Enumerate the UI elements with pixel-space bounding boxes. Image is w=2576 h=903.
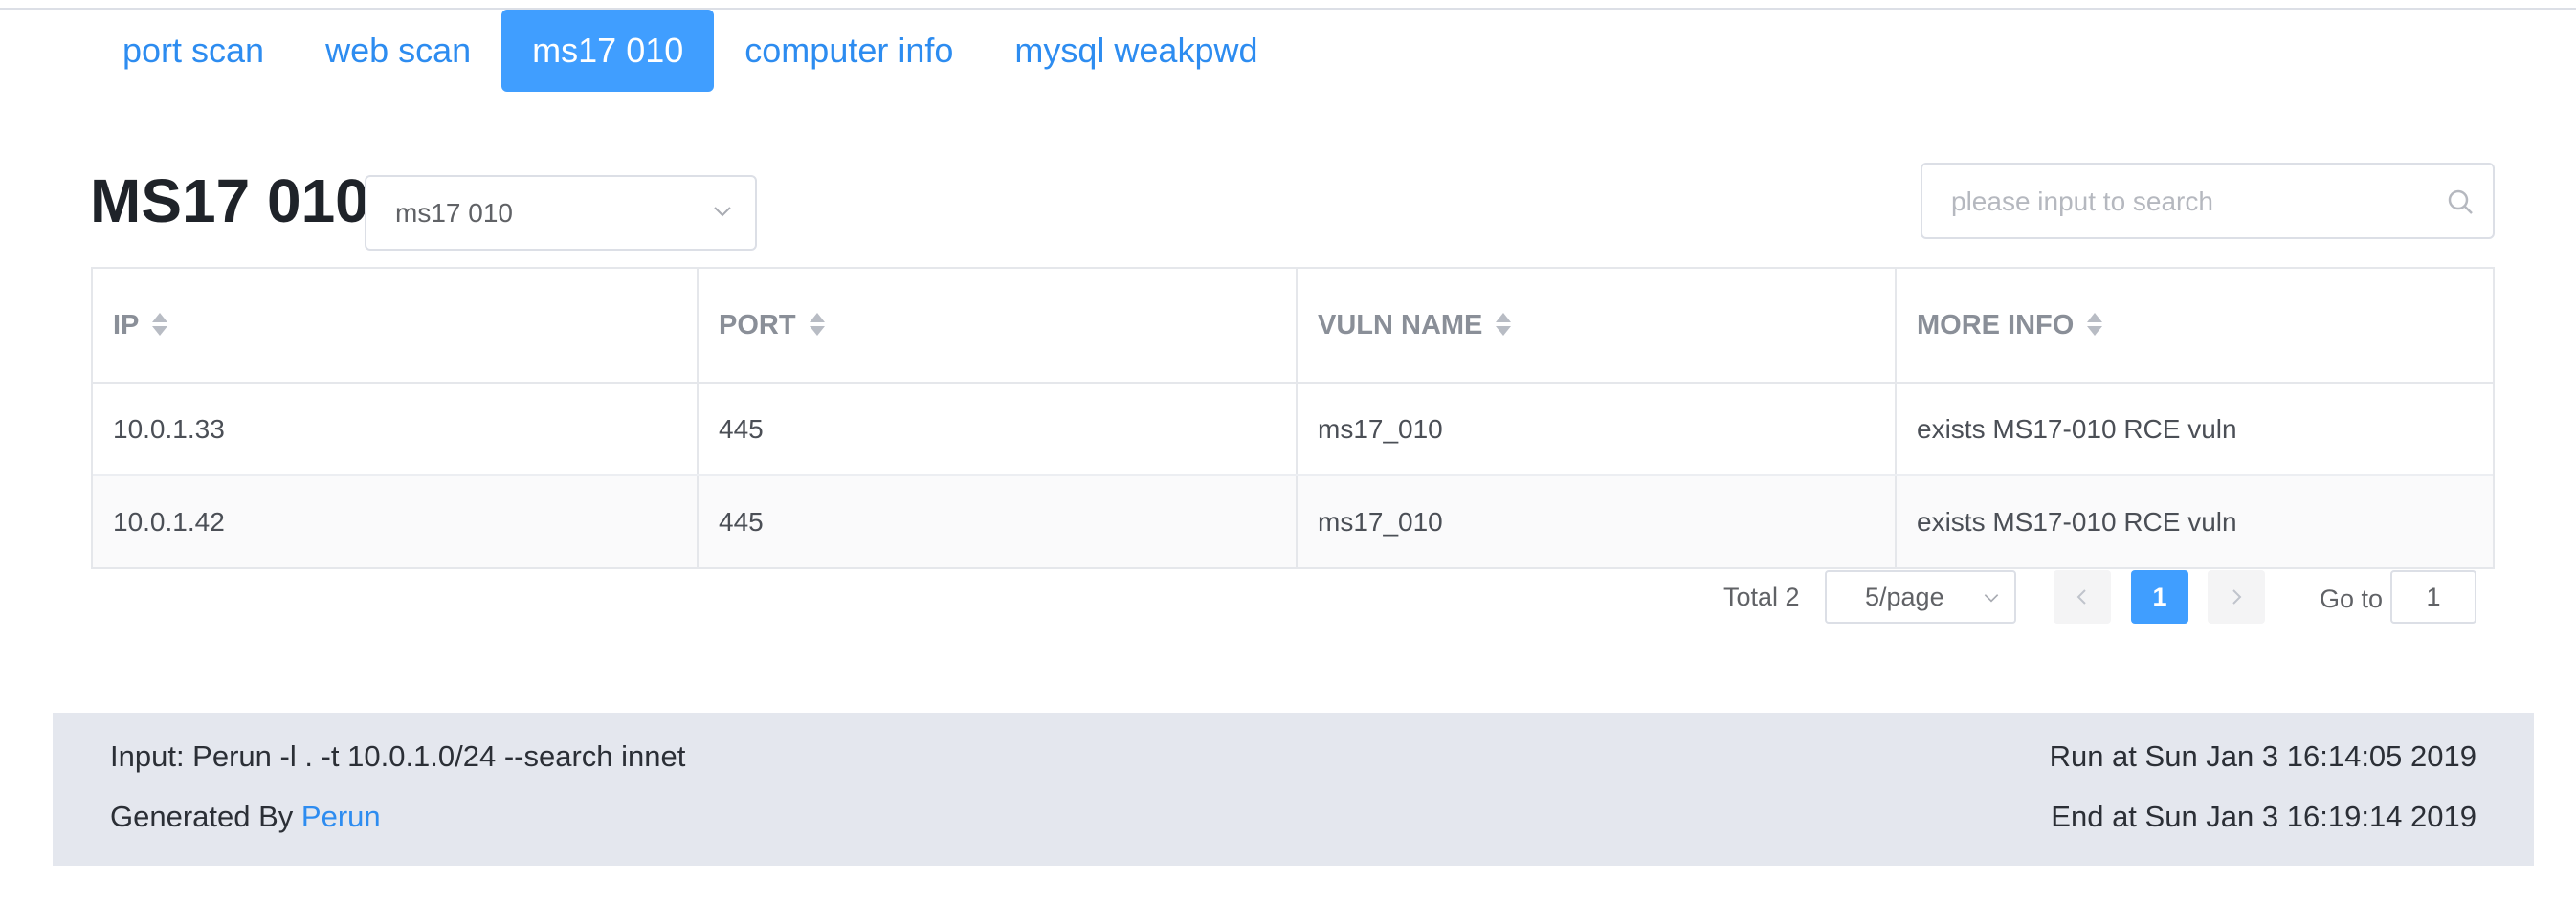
column-header-label: MORE INFO: [1917, 309, 2075, 341]
page-number-button[interactable]: 1: [2131, 570, 2188, 624]
cell-more-info: exists MS17-010 RCE vuln: [1917, 506, 2237, 537]
footer-input-command: Input: Perun -l . -t 10.0.1.0/24 --searc…: [110, 739, 686, 773]
sort-icon[interactable]: [1494, 312, 1513, 339]
footer: Input: Perun -l . -t 10.0.1.0/24 --searc…: [53, 713, 2534, 866]
column-header-port[interactable]: PORT: [699, 269, 1298, 382]
page-title: MS17 010: [90, 166, 369, 235]
search-input[interactable]: [1922, 165, 2432, 239]
column-header-label: VULN NAME: [1318, 309, 1483, 341]
tab-computer-info[interactable]: computer info: [714, 10, 984, 92]
table-row[interactable]: 10.0.1.42 445 ms17_010 exists MS17-010 R…: [93, 476, 2493, 567]
goto-label: Go to: [2320, 584, 2384, 613]
sort-icon[interactable]: [2085, 312, 2104, 339]
footer-generated-prefix: Generated By: [110, 800, 301, 833]
perun-link[interactable]: Perun: [301, 800, 381, 833]
tab-port-scan[interactable]: port scan: [92, 10, 295, 92]
chevron-down-icon: [1984, 594, 1999, 603]
goto-page-input[interactable]: [2390, 570, 2476, 624]
footer-end-time: End at Sun Jan 3 16:19:14 2019: [2051, 800, 2476, 833]
tab-mysql-weakpwd[interactable]: mysql weakpwd: [984, 10, 1288, 92]
chevron-right-icon: [2232, 589, 2242, 605]
cell-vuln-name: ms17_010: [1298, 476, 1897, 567]
table-row[interactable]: 10.0.1.33 445 ms17_010 exists MS17-010 R…: [93, 384, 2493, 476]
cell-more-info: exists MS17-010 RCE vuln: [1917, 413, 2237, 444]
pagination: Total 2 5/page 1 Go to: [0, 570, 2576, 624]
cell-port: 445: [699, 384, 1298, 474]
search-icon[interactable]: [2447, 188, 2474, 215]
footer-generated-by: Generated By Perun: [110, 800, 381, 834]
page-size-select[interactable]: 5/page: [1825, 570, 2016, 624]
page-size-value: 5/page: [1865, 582, 1944, 611]
plugin-select-value: ms17 010: [395, 197, 513, 228]
column-header-label: IP: [113, 309, 140, 341]
column-header-label: PORT: [719, 309, 796, 341]
table-header: IP PORT VULN NAME MORE INFO: [93, 269, 2493, 384]
sort-icon[interactable]: [150, 312, 169, 339]
column-header-more-info[interactable]: MORE INFO: [1897, 269, 2493, 382]
total-count: Total 2: [1723, 583, 1800, 611]
cell-ip: 10.0.1.33: [93, 384, 699, 474]
cell-port: 445: [699, 476, 1298, 567]
chevron-left-icon: [2076, 589, 2086, 605]
results-table: IP PORT VULN NAME MORE INFO 10.0.1.33 44…: [91, 267, 2495, 569]
sort-icon[interactable]: [808, 312, 827, 339]
tab-web-scan[interactable]: web scan: [295, 10, 501, 92]
plugin-select[interactable]: ms17 010: [365, 175, 757, 251]
footer-run-time: Run at Sun Jan 3 16:14:05 2019: [2049, 739, 2476, 773]
tab-ms17-010[interactable]: ms17 010: [501, 10, 715, 92]
column-header-ip[interactable]: IP: [93, 269, 699, 382]
next-page-button[interactable]: [2208, 570, 2265, 624]
column-header-vuln-name[interactable]: VULN NAME: [1298, 269, 1897, 382]
cell-ip: 10.0.1.42: [93, 476, 699, 567]
tab-bar: port scan web scan ms17 010 computer inf…: [92, 10, 1288, 92]
prev-page-button[interactable]: [2054, 570, 2111, 624]
search-box: [1921, 163, 2495, 239]
cell-vuln-name: ms17_010: [1298, 384, 1897, 474]
chevron-down-icon: [714, 207, 731, 217]
